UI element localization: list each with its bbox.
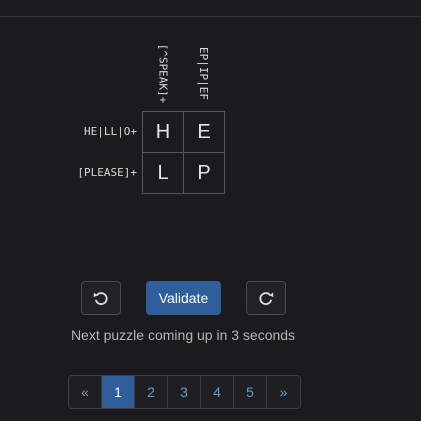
undo-icon — [93, 292, 108, 305]
row-clue-1: HE|LL|O+ — [84, 125, 137, 138]
grid-cell-r2c1[interactable]: L — [143, 153, 184, 194]
header-divider — [0, 16, 421, 17]
puzzle-grid: H E L P — [142, 111, 225, 194]
pagination: « 1 2 3 4 5 » — [68, 375, 301, 409]
pagination-next[interactable]: » — [267, 376, 300, 408]
grid-cell-r2c2[interactable]: P — [184, 153, 225, 194]
column-clue-2-text: EP|IP|EF — [197, 46, 211, 100]
grid-cell-r1c2[interactable]: E — [184, 112, 225, 153]
pagination-page-3[interactable]: 3 — [168, 376, 201, 408]
column-clue-1-text: [^SPEAK]+ — [156, 43, 170, 103]
pagination-page-4[interactable]: 4 — [201, 376, 234, 408]
redo-icon — [259, 292, 274, 305]
pagination-page-2[interactable]: 2 — [135, 376, 168, 408]
pagination-page-5[interactable]: 5 — [234, 376, 267, 408]
grid-cell-r1c1[interactable]: H — [143, 112, 184, 153]
redo-button[interactable] — [246, 281, 286, 315]
status-message: Next puzzle coming up in 3 seconds — [70, 327, 296, 343]
pagination-page-1[interactable]: 1 — [102, 376, 135, 408]
pagination-prev[interactable]: « — [69, 376, 102, 408]
validate-button[interactable]: Validate — [146, 281, 221, 315]
column-clue-1: [^SPEAK]+ — [142, 40, 183, 106]
undo-button[interactable] — [81, 281, 121, 315]
row-clue-2: [PLEASE]+ — [77, 166, 137, 179]
column-clue-2: EP|IP|EF — [183, 40, 224, 106]
